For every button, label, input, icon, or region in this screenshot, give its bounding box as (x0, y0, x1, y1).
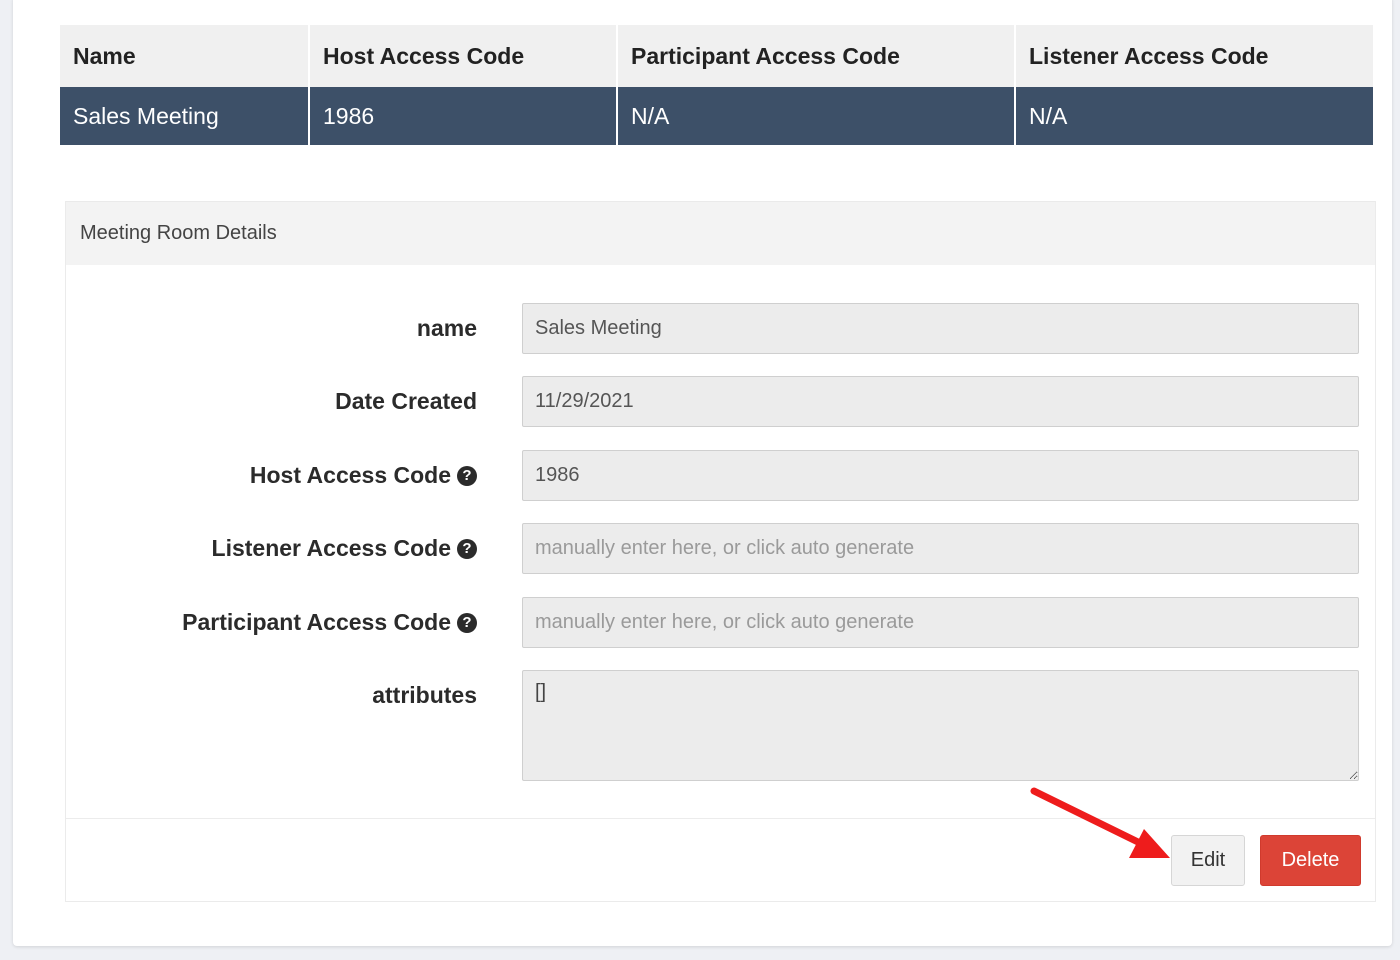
panel-footer: Edit Delete (66, 818, 1375, 901)
cell-listener-access-code[interactable]: N/A (1015, 87, 1373, 145)
question-circle-icon[interactable]: ? (457, 612, 477, 633)
participant-access-code-label-text: Participant Access Code (182, 609, 451, 635)
attributes-label-text: attributes (372, 682, 477, 708)
column-header-name[interactable]: Name (60, 25, 310, 87)
form-row-attributes: attributes [] (66, 670, 1375, 781)
question-circle-icon[interactable]: ? (457, 465, 477, 486)
name-label-text: name (416, 315, 477, 341)
name-label: name (417, 303, 477, 354)
attributes-label: attributes (372, 670, 477, 721)
attributes-textarea[interactable]: [] (522, 670, 1359, 781)
edit-button[interactable]: Edit (1171, 835, 1245, 886)
host-access-code-label: Host Access Code ? (250, 450, 477, 501)
listener-access-code-label-text: Listener Access Code (211, 535, 451, 561)
table-row-selected[interactable]: Sales Meeting 1986 N/A N/A (60, 87, 1373, 145)
form-row-host-access-code: Host Access Code ? (66, 450, 1375, 501)
meeting-room-details-panel: Meeting Room Details name Date Created H… (65, 201, 1376, 902)
column-header-participant-access-code[interactable]: Participant Access Code (617, 25, 1016, 87)
column-header-host-access-code[interactable]: Host Access Code (309, 25, 618, 87)
date-created-label-text: Date Created (335, 388, 477, 414)
name-field[interactable] (522, 303, 1359, 354)
panel-heading: Meeting Room Details (66, 201, 1375, 265)
column-header-listener-access-code[interactable]: Listener Access Code (1015, 25, 1373, 87)
date-created-label: Date Created (335, 376, 477, 427)
form-row-participant-access-code: Participant Access Code ? (66, 597, 1375, 648)
form-row-name: name (66, 303, 1375, 354)
host-access-code-label-text: Host Access Code (249, 462, 451, 488)
cell-room-name[interactable]: Sales Meeting (60, 87, 310, 145)
form-row-date-created: Date Created (66, 376, 1375, 427)
date-created-field[interactable] (522, 376, 1359, 427)
meeting-rooms-table: Name Host Access Code Participant Access… (60, 25, 1373, 145)
participant-access-code-label: Participant Access Code ? (182, 597, 477, 648)
host-access-code-field[interactable] (522, 450, 1359, 501)
listener-access-code-label: Listener Access Code ? (212, 523, 477, 574)
cell-host-access-code[interactable]: 1986 (309, 87, 618, 145)
delete-button[interactable]: Delete (1260, 835, 1361, 886)
question-circle-icon[interactable]: ? (457, 538, 477, 559)
form-row-listener-access-code: Listener Access Code ? (66, 523, 1375, 574)
participant-access-code-field[interactable] (522, 597, 1359, 648)
table-header-row: Name Host Access Code Participant Access… (60, 25, 1373, 87)
cell-participant-access-code[interactable]: N/A (617, 87, 1016, 145)
listener-access-code-field[interactable] (522, 523, 1359, 574)
